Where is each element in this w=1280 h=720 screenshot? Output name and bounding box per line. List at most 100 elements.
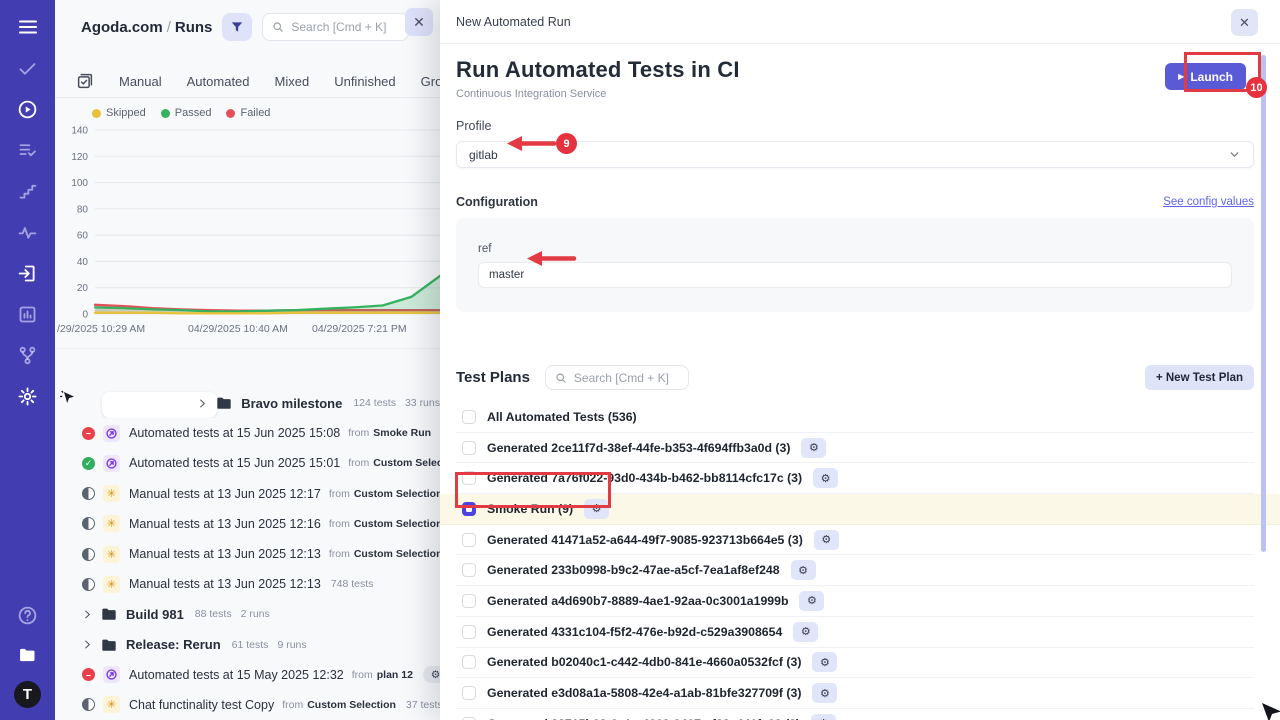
plan-checkbox[interactable] (462, 594, 476, 608)
analytics-icon[interactable] (16, 302, 40, 326)
plan-settings-button[interactable]: ⚙ (793, 622, 818, 642)
test-plan-row[interactable]: Generated b02040c1-c442-4db0-841e-4660a0… (456, 648, 1254, 679)
settings-icon[interactable] (16, 384, 40, 408)
chevron-right-icon[interactable] (82, 609, 93, 620)
status-failed-icon: – (82, 668, 95, 681)
run-row[interactable]: ✳Manual tests at 13 Jun 2025 12:16fromCu… (55, 509, 440, 539)
panel-close-button[interactable]: ✕ (405, 8, 433, 36)
plan-checkbox[interactable] (462, 655, 476, 669)
breadcrumb-project[interactable]: Agoda.com (81, 19, 163, 36)
plan-settings-button[interactable]: ⚙ (799, 591, 824, 611)
plan-settings-button[interactable]: ⚙ (812, 652, 837, 672)
drawer-scrollbar[interactable] (1261, 55, 1266, 552)
select-all-icon[interactable] (76, 72, 94, 90)
folder-icon (216, 396, 232, 410)
tab-unfinished[interactable]: Unfinished (334, 74, 395, 89)
test-plan-row[interactable]: Generated 83715b93-6c1e-4663-9417-ef23a4… (456, 709, 1254, 720)
plan-checkbox[interactable] (462, 471, 476, 485)
plan-settings-button[interactable]: ⚙ (584, 499, 609, 519)
plan-checkbox[interactable] (462, 502, 476, 516)
drawer-heading-block: Run Automated Tests in CI Continuous Int… (456, 57, 740, 100)
run-group-row[interactable]: Build 98188 tests2 runs (55, 599, 440, 629)
gear-icon: ⚙ (821, 472, 831, 485)
plan-settings-button[interactable]: ⚙ (813, 468, 838, 488)
tabs-divider (55, 97, 440, 98)
menu-icon[interactable] (16, 15, 40, 39)
runs-chart: 020406080100120140 (55, 122, 440, 322)
results-icon[interactable] (16, 138, 40, 162)
run-row[interactable]: ✓Automated tests at 15 Jun 2025 15:01fro… (55, 448, 440, 478)
steps-icon[interactable] (16, 179, 40, 203)
runs-icon[interactable] (16, 97, 40, 121)
test-plans-search-input[interactable] (574, 371, 679, 385)
run-title: Automated tests at 15 Jun 2025 15:01 (129, 456, 340, 470)
run-group-row[interactable]: Release: Rerun61 tests9 runs (55, 630, 440, 660)
sidebar: T (0, 0, 55, 720)
chevron-right-icon[interactable] (197, 398, 208, 409)
filter-icon (230, 20, 244, 34)
manual-run-icon: ✳ (103, 576, 120, 593)
chevron-right-icon[interactable] (82, 639, 93, 650)
drawer-close-button[interactable]: ✕ (1231, 9, 1258, 36)
launch-button[interactable]: ▶ Launch (1165, 63, 1246, 90)
legend-dot (226, 109, 235, 118)
help-icon[interactable] (16, 603, 40, 627)
plan-checkbox[interactable] (462, 441, 476, 455)
run-source: Custom Selection (354, 548, 440, 560)
group-meta: 88 tests2 runs (195, 608, 270, 620)
sidebar-top-icons (16, 15, 40, 408)
plan-checkbox[interactable] (462, 686, 476, 700)
ref-input[interactable] (478, 262, 1232, 288)
runs-search[interactable] (262, 13, 409, 41)
run-row[interactable]: ✳Manual tests at 13 Jun 2025 12:13748 te… (55, 569, 440, 599)
profile-select[interactable]: gitlab (456, 141, 1254, 168)
test-plan-row[interactable]: Generated a4d690b7-8889-4ae1-92aa-0c3001… (456, 586, 1254, 617)
plan-checkbox[interactable] (462, 563, 476, 577)
test-plan-row[interactable]: All Automated Tests (536) (456, 402, 1254, 433)
run-title: Manual tests at 13 Jun 2025 12:17 (129, 487, 321, 501)
test-plan-row[interactable]: Generated 4331c104-f5f2-476e-b92d-c529a3… (456, 617, 1254, 648)
import-icon[interactable] (16, 261, 40, 285)
test-plan-row[interactable]: Generated 7a76f022-93d0-434b-b462-bb8114… (456, 463, 1254, 494)
plan-settings-button[interactable]: ⚙ (812, 683, 837, 703)
plan-name: Generated 4331c104-f5f2-476e-b92d-c529a3… (487, 625, 782, 639)
run-group-row[interactable]: Bravo milestone124 tests33 runs (55, 388, 440, 418)
projects-icon[interactable] (16, 642, 40, 666)
app: T Agoda.com/Runs ✕ Manual Automated Mixe… (0, 0, 1280, 720)
tab-manual[interactable]: Manual (119, 74, 162, 89)
plan-name: Generated b02040c1-c442-4db0-841e-4660a0… (487, 655, 801, 669)
legend-passed: Passed (161, 107, 212, 119)
plan-checkbox[interactable] (462, 625, 476, 639)
plan-settings-button[interactable]: ⚙ (811, 714, 836, 720)
plan-settings-button[interactable]: ⚙ (801, 438, 826, 458)
plan-checkbox[interactable] (462, 533, 476, 547)
pulse-icon[interactable] (16, 220, 40, 244)
branch-icon[interactable] (16, 343, 40, 367)
test-plan-row[interactable]: Smoke Run (9)⚙ (440, 494, 1280, 525)
chevron-down-icon (1228, 148, 1241, 161)
runs-search-input[interactable] (291, 20, 399, 34)
test-plan-row[interactable]: Generated 233b0998-b9c2-47ae-a5cf-7ea1af… (456, 555, 1254, 586)
filter-button[interactable] (222, 13, 252, 41)
plan-checkbox[interactable] (462, 410, 476, 424)
run-row[interactable]: –Automated tests at 15 May 2025 12:32fro… (55, 660, 440, 690)
avatar[interactable]: T (14, 681, 41, 708)
test-plan-row[interactable]: Generated e3d08a1a-5808-42e4-a1ab-81bfe3… (456, 678, 1254, 709)
see-config-values-link[interactable]: See config values (1163, 196, 1254, 208)
configuration-label: Configuration (456, 195, 538, 209)
run-row[interactable]: ✳Manual tests at 13 Jun 2025 12:17fromCu… (55, 479, 440, 509)
new-test-plan-button[interactable]: + New Test Plan (1145, 365, 1254, 390)
run-row[interactable]: ✳Manual tests at 13 Jun 2025 12:13fromCu… (55, 539, 440, 569)
run-row[interactable]: –Automated tests at 15 Jun 2025 15:08fro… (55, 418, 440, 448)
run-row[interactable]: ✳Chat functinality test CopyfromCustom S… (55, 690, 440, 720)
test-plans-search[interactable] (545, 365, 689, 390)
tab-mixed[interactable]: Mixed (275, 74, 310, 89)
test-plan-row[interactable]: Generated 2ce11f7d-38ef-44fe-b353-4f694f… (456, 433, 1254, 464)
tab-automated[interactable]: Automated (187, 74, 250, 89)
plan-settings-button[interactable]: ⚙ (814, 530, 839, 550)
run-settings-badge[interactable]: ⚙test (423, 666, 440, 683)
test-plan-row[interactable]: Generated 41471a52-a644-49f7-9085-923713… (456, 525, 1254, 556)
page-title: Run Automated Tests in CI (456, 57, 740, 83)
tests-icon[interactable] (16, 56, 40, 80)
plan-settings-button[interactable]: ⚙ (791, 560, 816, 580)
